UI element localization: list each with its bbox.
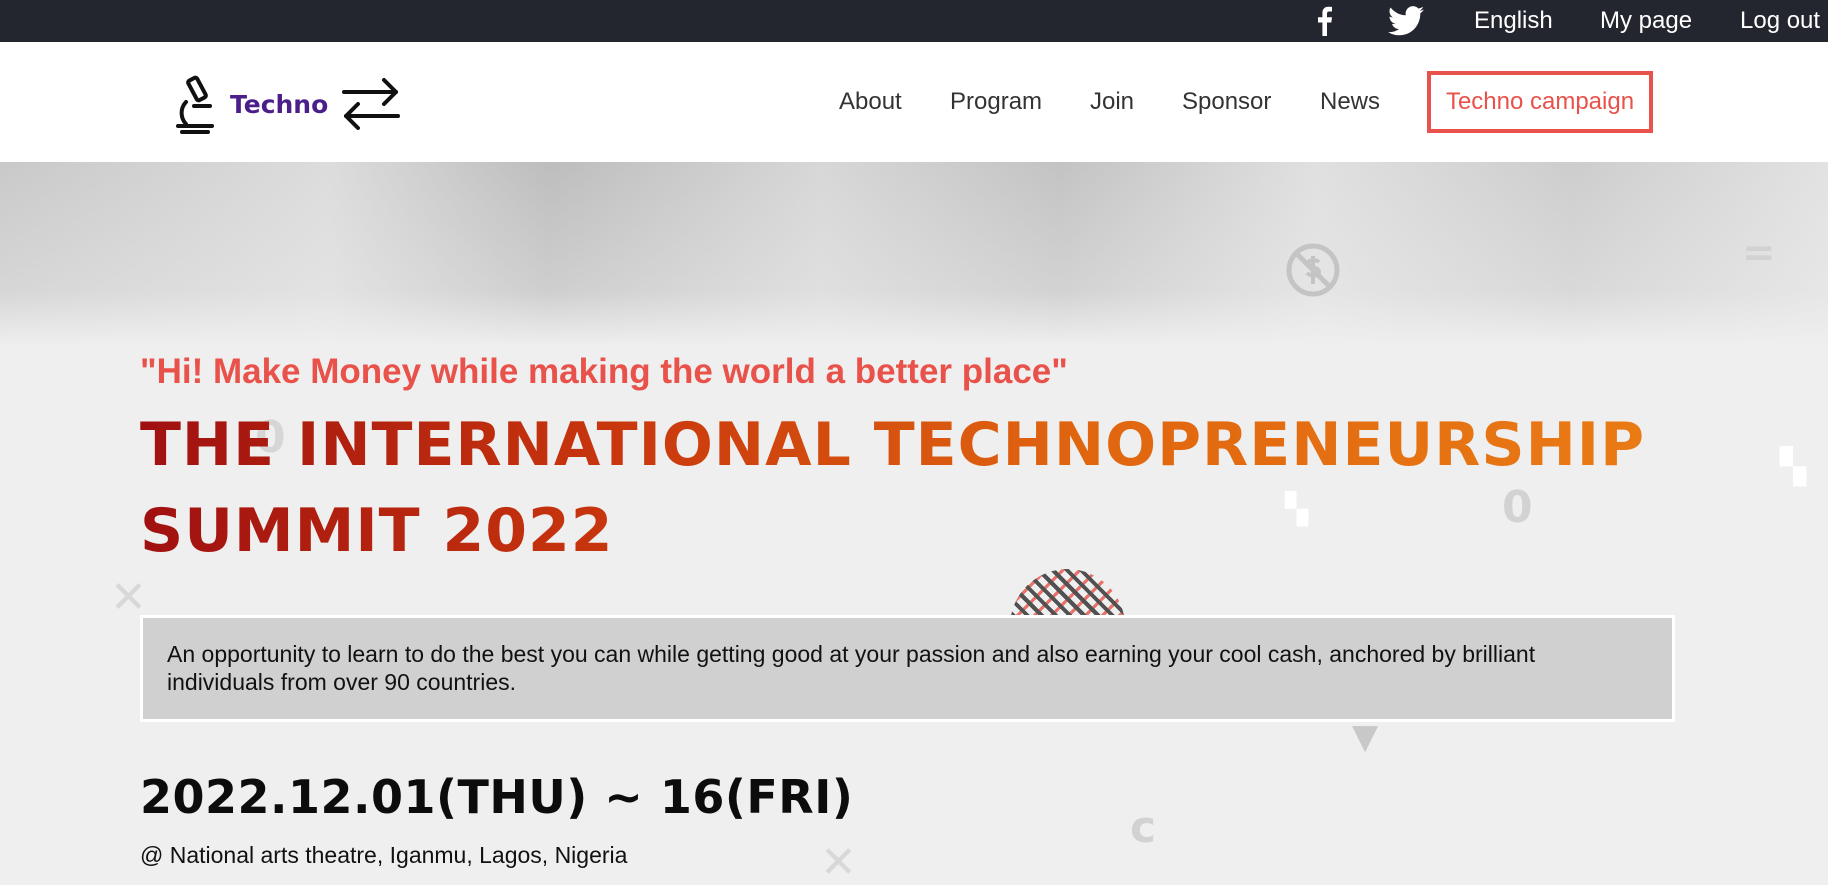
hero-tagline: "Hi! Make Money while making the world a… bbox=[140, 352, 1068, 391]
logo-wordmark: Techno bbox=[230, 89, 329, 119]
nav-news[interactable]: News bbox=[1320, 42, 1380, 162]
microscope-icon bbox=[176, 75, 214, 134]
language-selector[interactable]: English bbox=[1474, 0, 1553, 42]
event-venue: @ National arts theatre, Iganmu, Lagos, … bbox=[140, 842, 628, 868]
hero-headline: THE INTERNATIONAL TECHNOPRENEURSHIP SUMM… bbox=[140, 402, 1700, 574]
my-page-link[interactable]: My page bbox=[1600, 0, 1692, 42]
hero-background-photo bbox=[0, 162, 1828, 347]
hero-description: An opportunity to learn to do the best y… bbox=[140, 615, 1675, 722]
nav-about[interactable]: About bbox=[839, 42, 902, 162]
site-header: Techno About Program Join Sponsor News T… bbox=[0, 42, 1828, 162]
nav-join[interactable]: Join bbox=[1090, 42, 1134, 162]
no-dollar-icon bbox=[1286, 243, 1340, 297]
checker-decor-icon: ▚ bbox=[1780, 447, 1807, 487]
log-out-link[interactable]: Log out bbox=[1740, 0, 1820, 42]
c-decor-icon: c bbox=[1130, 802, 1157, 853]
dot-triangle-decor-icon: ▼ bbox=[1352, 717, 1379, 757]
hero-section: = 0 0 c ✕ ✕ ▚ ▚ ▼ "Hi! Make Money while … bbox=[0, 162, 1828, 885]
event-date: 2022.12.01(THU) ~ 16(FRI) bbox=[140, 770, 854, 824]
top-utility-bar: English My page Log out bbox=[0, 0, 1828, 42]
cross-decor-icon: ✕ bbox=[820, 837, 857, 885]
site-logo[interactable]: Techno bbox=[170, 68, 420, 140]
techno-campaign-button[interactable]: Techno campaign bbox=[1427, 71, 1653, 133]
nav-program[interactable]: Program bbox=[950, 42, 1042, 162]
nav-sponsor[interactable]: Sponsor bbox=[1182, 42, 1271, 162]
facebook-icon[interactable] bbox=[1310, 0, 1338, 42]
swap-arrows-icon bbox=[342, 78, 401, 130]
equals-decor-icon: = bbox=[1742, 230, 1776, 276]
twitter-icon[interactable] bbox=[1386, 0, 1426, 42]
